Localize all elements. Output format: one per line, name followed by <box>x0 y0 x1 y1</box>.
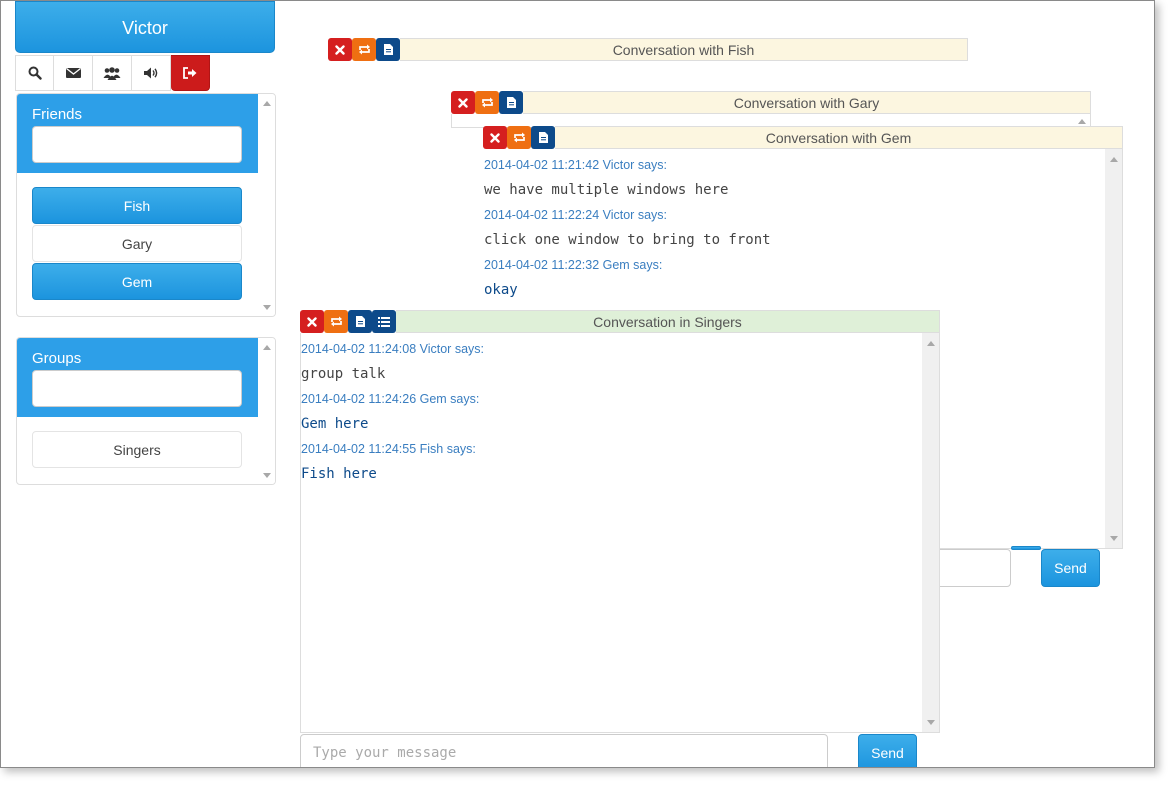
messages-button[interactable] <box>54 55 93 91</box>
envelope-icon <box>65 67 81 78</box>
window-header[interactable]: Conversation with Fish <box>328 38 968 61</box>
refresh-button[interactable] <box>352 38 376 61</box>
groups-panel: Groups Singers <box>16 337 276 485</box>
close-button[interactable] <box>300 310 324 333</box>
window-header[interactable]: Conversation with Gary <box>451 91 1091 114</box>
group-item-singers[interactable]: Singers <box>32 431 242 468</box>
volume-icon <box>143 67 157 79</box>
gem-send-button[interactable]: Send <box>1041 549 1100 587</box>
groups-list: Singers <box>17 417 258 468</box>
message-text: we have multiple windows here <box>484 182 729 198</box>
message-text: Fish here <box>301 466 377 482</box>
scroll-up-arrow[interactable] <box>922 336 939 350</box>
friends-panel: Friends Fish Gary Gem <box>16 93 276 317</box>
friends-scrollbar[interactable] <box>258 94 275 316</box>
friend-item-gem[interactable]: Gem <box>32 263 242 300</box>
close-button[interactable] <box>483 126 507 149</box>
history-button[interactable] <box>376 38 400 61</box>
chat-window-gem[interactable]: Conversation with Gem 2014-04-02 11:21:4… <box>483 126 1123 549</box>
singers-send-button[interactable]: Send <box>858 734 917 767</box>
groups-scrollbar[interactable] <box>258 338 275 484</box>
scroll-down-arrow[interactable] <box>1105 531 1122 545</box>
list-icon <box>378 316 390 327</box>
members-button[interactable] <box>372 310 396 333</box>
window-title: Conversation with Fish <box>400 38 968 61</box>
groups-button[interactable] <box>93 55 132 91</box>
chat-window-fish[interactable]: Conversation with Fish <box>328 38 968 61</box>
history-button[interactable] <box>348 310 372 333</box>
message-meta: 2014-04-02 11:21:42 Victor says: <box>484 158 667 172</box>
logout-button[interactable] <box>171 55 210 91</box>
refresh-icon <box>358 44 370 55</box>
app-frame: Victor Friends Fish Gary Gem Groups Sing… <box>0 0 1155 768</box>
window-scrollbar[interactable] <box>1105 149 1122 548</box>
refresh-icon <box>330 316 342 327</box>
sidebar-toolbar <box>15 55 210 91</box>
message-text: group talk <box>301 366 386 382</box>
groups-panel-title: Groups <box>32 350 82 367</box>
message-meta: 2014-04-02 11:24:26 Gem says: <box>301 392 480 406</box>
scroll-down-arrow[interactable] <box>258 300 275 314</box>
user-menu-button[interactable]: Victor <box>15 1 275 53</box>
refresh-icon <box>481 97 493 108</box>
close-icon <box>307 316 317 327</box>
window-title: Conversation with Gem <box>555 126 1123 149</box>
friend-item-gary[interactable]: Gary <box>32 225 242 262</box>
file-icon <box>355 316 365 327</box>
message-list: 2014-04-02 11:24:08 Victor says: group t… <box>301 342 484 482</box>
file-icon <box>538 132 548 143</box>
singers-message-input[interactable] <box>300 734 828 767</box>
search-icon <box>28 66 42 80</box>
friends-list: Fish Gary Gem <box>17 173 258 300</box>
message-meta: 2014-04-02 11:22:24 Victor says: <box>484 208 667 222</box>
window-header[interactable]: Conversation in Singers <box>300 310 940 333</box>
refresh-icon <box>513 132 525 143</box>
close-icon <box>490 132 500 143</box>
message-text: okay <box>484 282 518 298</box>
history-button[interactable] <box>531 126 555 149</box>
window-title: Conversation with Gary <box>523 91 1091 114</box>
scroll-up-arrow[interactable] <box>258 340 275 354</box>
groups-panel-header: Groups <box>17 338 258 417</box>
file-icon <box>506 97 516 108</box>
scroll-down-arrow[interactable] <box>922 715 939 729</box>
refresh-button[interactable] <box>475 91 499 114</box>
friends-panel-header: Friends <box>17 94 258 173</box>
history-button[interactable] <box>499 91 523 114</box>
message-text: Gem here <box>301 416 369 432</box>
message-meta: 2014-04-02 11:24:08 Victor says: <box>301 342 484 356</box>
window-header[interactable]: Conversation with Gem <box>483 126 1123 149</box>
scroll-up-arrow[interactable] <box>1105 152 1122 166</box>
close-button[interactable] <box>328 38 352 61</box>
window-title: Conversation in Singers <box>396 310 940 333</box>
groups-search-input[interactable] <box>32 370 242 407</box>
window-body: 2014-04-02 11:24:08 Victor says: group t… <box>300 333 940 733</box>
chat-window-gary[interactable]: Conversation with Gary <box>451 91 1091 128</box>
message-list: 2014-04-02 11:21:42 Victor says: we have… <box>484 158 771 298</box>
friends-search-input[interactable] <box>32 126 242 163</box>
close-icon <box>458 97 468 108</box>
message-meta: 2014-04-02 11:22:32 Gem says: <box>484 258 663 272</box>
chat-window-singers[interactable]: Conversation in Singers 2014-04-02 11:24… <box>300 310 940 733</box>
refresh-button[interactable] <box>507 126 531 149</box>
friends-panel-title: Friends <box>32 106 83 123</box>
sound-button[interactable] <box>132 55 171 91</box>
users-icon <box>103 66 121 80</box>
file-icon <box>383 44 393 55</box>
friend-item-fish[interactable]: Fish <box>32 187 242 224</box>
close-icon <box>335 44 345 55</box>
window-scrollbar[interactable] <box>922 333 939 732</box>
scroll-down-arrow[interactable] <box>258 468 275 482</box>
message-meta: 2014-04-02 11:24:55 Fish says: <box>301 442 476 456</box>
refresh-button[interactable] <box>324 310 348 333</box>
search-button[interactable] <box>15 55 54 91</box>
scroll-up-arrow[interactable] <box>258 96 275 110</box>
message-text: click one window to bring to front <box>484 232 771 248</box>
close-button[interactable] <box>451 91 475 114</box>
gem-input-focus-edge <box>1011 546 1041 550</box>
logout-icon <box>183 67 197 79</box>
